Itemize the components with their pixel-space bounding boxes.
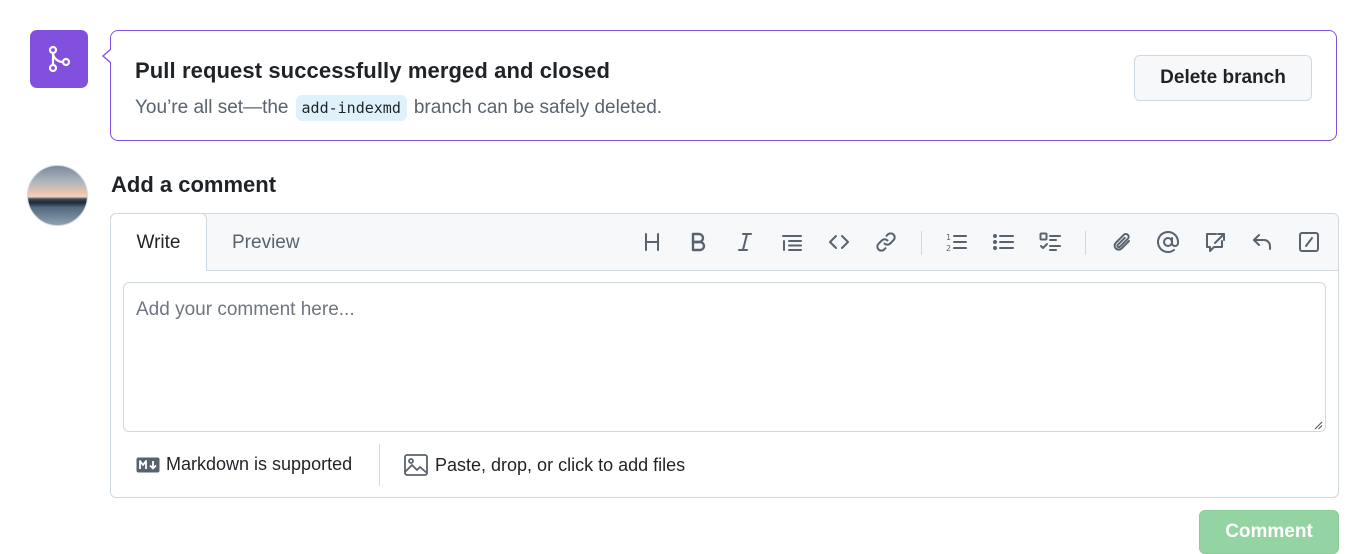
- bold-icon[interactable]: [685, 229, 711, 255]
- editor-header: Write Preview 1 2: [110, 213, 1338, 271]
- merge-subtitle-prefix: You’re all set—the: [135, 97, 289, 118]
- image-icon: [404, 454, 428, 476]
- comment-editor: Write Preview 1 2 Add your comment here.…: [110, 213, 1339, 498]
- merge-subtitle: You’re all set—the add-indexmd branch ca…: [135, 95, 662, 121]
- heading-icon[interactable]: [639, 229, 665, 255]
- italic-icon[interactable]: [732, 229, 758, 255]
- merge-status-card: Pull request successfully merged and clo…: [102, 30, 1337, 141]
- svg-text:1: 1: [946, 233, 951, 242]
- slash-command-icon[interactable]: [1296, 229, 1322, 255]
- editor-footer: Markdown is supported Paste, drop, or cl…: [111, 444, 1338, 488]
- markdown-note-label: Markdown is supported: [166, 454, 353, 474]
- resize-grip-icon[interactable]: [1314, 421, 1323, 430]
- tab-preview[interactable]: Preview: [232, 232, 300, 254]
- git-merge-icon: [48, 45, 71, 73]
- avatar[interactable]: [27, 165, 88, 226]
- delete-branch-button[interactable]: Delete branch: [1134, 55, 1312, 101]
- merge-title: Pull request successfully merged and clo…: [135, 58, 611, 83]
- merge-subtitle-suffix: branch can be safely deleted.: [413, 97, 663, 118]
- task-list-icon[interactable]: [1037, 229, 1063, 255]
- reply-icon[interactable]: [1249, 229, 1275, 255]
- quote-icon[interactable]: [779, 229, 805, 255]
- mention-icon[interactable]: [1155, 229, 1181, 255]
- git-merge-badge: [30, 30, 88, 88]
- svg-text:2: 2: [946, 244, 951, 253]
- comment-submit-button[interactable]: Comment: [1199, 510, 1339, 554]
- markdown-icon: [136, 457, 160, 472]
- markdown-toolbar: 12: [631, 214, 1338, 270]
- attach-icon[interactable]: [1109, 229, 1135, 255]
- comment-input[interactable]: [123, 282, 1326, 432]
- code-icon[interactable]: [826, 229, 852, 255]
- markdown-help-link[interactable]: Markdown is supported: [136, 454, 352, 475]
- reference-icon[interactable]: [1202, 229, 1228, 255]
- tab-write[interactable]: Write: [110, 213, 207, 271]
- add-files-label: Paste, drop, or click to add files: [435, 454, 686, 475]
- ordered-list-icon[interactable]: 12: [943, 229, 969, 255]
- link-icon[interactable]: [873, 229, 899, 255]
- add-files-link[interactable]: Paste, drop, or click to add files: [404, 454, 685, 476]
- branch-name: add-indexmd: [295, 95, 407, 121]
- add-comment-heading: Add a comment: [111, 172, 277, 197]
- unordered-list-icon[interactable]: [990, 229, 1016, 255]
